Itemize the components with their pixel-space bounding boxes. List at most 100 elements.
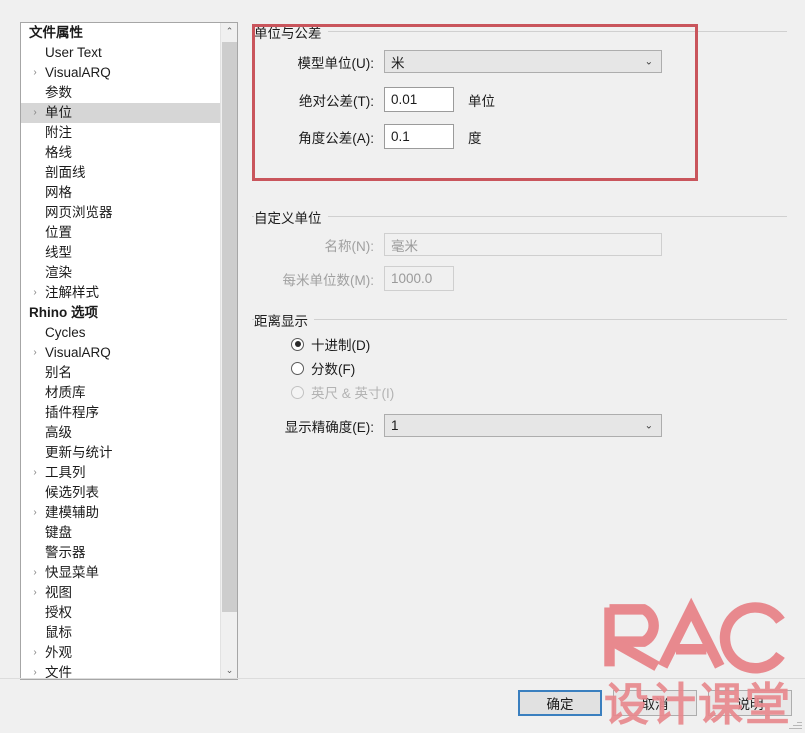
- resize-grip[interactable]: [788, 716, 802, 730]
- sidebar-item[interactable]: 授权: [21, 603, 220, 623]
- sidebar-item[interactable]: › VisualARQ: [21, 63, 220, 83]
- sidebar-item-label: 警示器: [45, 545, 86, 560]
- chevron-right-icon[interactable]: ›: [27, 583, 43, 603]
- sidebar-item[interactable]: 线型: [21, 243, 220, 263]
- scroll-down-arrow-icon[interactable]: ⌄: [221, 662, 237, 679]
- sidebar-item-label: 别名: [45, 365, 72, 380]
- sidebar-item[interactable]: 键盘: [21, 523, 220, 543]
- sidebar-item-label: 网页浏览器: [45, 205, 113, 220]
- angle-tolerance-suffix: 度: [468, 130, 482, 146]
- chevron-right-icon[interactable]: ›: [27, 283, 43, 303]
- sidebar-item[interactable]: › 快显菜单: [21, 563, 220, 583]
- sidebar-item[interactable]: › 注解样式: [21, 283, 220, 303]
- sidebar-item[interactable]: › 工具列: [21, 463, 220, 483]
- sidebar-item[interactable]: 渲染: [21, 263, 220, 283]
- sidebar-item-label: User Text: [45, 45, 102, 60]
- radio-button-fractional-icon[interactable]: [291, 361, 304, 375]
- chevron-right-icon[interactable]: ›: [27, 643, 43, 663]
- sidebar-item[interactable]: 剖面线: [21, 163, 220, 183]
- sidebar-item[interactable]: › VisualARQ: [21, 343, 220, 363]
- sidebar-item-label: 网格: [45, 185, 72, 200]
- chevron-right-icon[interactable]: ›: [27, 103, 43, 123]
- absolute-tolerance-suffix: 单位: [468, 93, 495, 109]
- options-tree-list[interactable]: 文件属性 User Text › VisualARQ 参数 › 单位 附注 格线 剖面线 网格 网页浏…: [21, 23, 220, 679]
- radio-decimal[interactable]: 十进制(D): [291, 334, 370, 354]
- sidebar-item-label: 候选列表: [45, 485, 99, 500]
- model-units-label: 模型单位(U):: [297, 55, 375, 71]
- distance-display-group-title: 距离显示: [254, 310, 314, 330]
- sidebar-item[interactable]: 高级: [21, 423, 220, 443]
- sidebar-item-label: 参数: [45, 85, 72, 100]
- tree-vertical-scrollbar[interactable]: ⌃ ⌄: [220, 23, 237, 679]
- sidebar-item[interactable]: 鼠标: [21, 623, 220, 643]
- cancel-button[interactable]: 取消: [613, 690, 697, 716]
- sidebar-item[interactable]: 别名: [21, 363, 220, 383]
- sidebar-item[interactable]: › 文件: [21, 663, 220, 679]
- angle-tolerance-input[interactable]: 0.1: [384, 124, 454, 149]
- sidebar-item[interactable]: 位置: [21, 223, 220, 243]
- custom-unit-name-value: 毫米: [391, 238, 418, 254]
- group-divider-line: [252, 319, 787, 320]
- chevron-down-icon: ⌄: [644, 420, 653, 431]
- display-precision-row: 显示精确度(E): 1 ⌄: [252, 414, 662, 437]
- model-units-row: 模型单位(U): 米 ⌄: [252, 50, 662, 73]
- chevron-right-icon[interactable]: ›: [27, 343, 43, 363]
- custom-unit-name-input: 毫米: [384, 233, 662, 256]
- sidebar-item[interactable]: › 外观: [21, 643, 220, 663]
- sidebar-item-label: 渲染: [45, 265, 72, 280]
- sidebar-item-label: 材质库: [45, 385, 86, 400]
- chevron-right-icon[interactable]: ›: [27, 563, 43, 583]
- chevron-right-icon[interactable]: ›: [27, 63, 43, 83]
- absolute-tolerance-label: 绝对公差(T):: [299, 93, 374, 109]
- angle-tolerance-value: 0.1: [391, 129, 410, 144]
- sidebar-item[interactable]: 警示器: [21, 543, 220, 563]
- sidebar-item-label: 键盘: [45, 525, 72, 540]
- display-precision-dropdown[interactable]: 1 ⌄: [384, 414, 662, 437]
- sidebar-item[interactable]: 材质库: [21, 383, 220, 403]
- model-units-dropdown[interactable]: 米 ⌄: [384, 50, 662, 73]
- options-content-panel: 单位与公差 模型单位(U): 米 ⌄ 绝对公差(T): 0.01 单位 角度公差…: [252, 22, 787, 670]
- absolute-tolerance-input[interactable]: 0.01: [384, 87, 454, 112]
- scroll-up-arrow-icon[interactable]: ⌃: [221, 23, 237, 40]
- radio-feet-inches-label: 英尺 & 英寸(I): [311, 386, 395, 401]
- radio-fractional-label: 分数(F): [311, 362, 356, 377]
- radio-fractional[interactable]: 分数(F): [291, 358, 355, 378]
- sidebar-item[interactable]: › 单位: [21, 103, 220, 123]
- radio-button-decimal-icon[interactable]: [291, 337, 304, 351]
- sidebar-item-label: 工具列: [45, 465, 86, 480]
- chevron-right-icon[interactable]: ›: [27, 663, 43, 679]
- sidebar-item[interactable]: › 视图: [21, 583, 220, 603]
- sidebar-item[interactable]: › 建模辅助: [21, 503, 220, 523]
- sidebar-item[interactable]: 格线: [21, 143, 220, 163]
- help-button[interactable]: 说明: [708, 690, 792, 716]
- scrollbar-thumb[interactable]: [222, 42, 237, 612]
- sidebar-item[interactable]: 参数: [21, 83, 220, 103]
- tree-section-header-label: 文件属性: [29, 25, 83, 40]
- group-divider-line: [252, 31, 787, 32]
- tree-section-header: Rhino 选项: [21, 303, 220, 323]
- tree-section-header: 文件属性: [21, 23, 220, 43]
- sidebar-item[interactable]: 候选列表: [21, 483, 220, 503]
- sidebar-item[interactable]: 网格: [21, 183, 220, 203]
- options-tree-panel: 文件属性 User Text › VisualARQ 参数 › 单位 附注 格线 剖面线 网格 网页浏…: [20, 22, 238, 680]
- chevron-right-icon[interactable]: ›: [27, 463, 43, 483]
- sidebar-item[interactable]: 更新与统计: [21, 443, 220, 463]
- sidebar-item[interactable]: User Text: [21, 43, 220, 63]
- sidebar-item-label: 单位: [45, 105, 72, 120]
- sidebar-item-label: 建模辅助: [45, 505, 99, 520]
- sidebar-item[interactable]: 附注: [21, 123, 220, 143]
- sidebar-item-label: 文件: [45, 665, 72, 679]
- absolute-tolerance-row: 绝对公差(T): 0.01 单位: [252, 87, 495, 112]
- sidebar-item[interactable]: 插件程序: [21, 403, 220, 423]
- sidebar-item-label: 线型: [45, 245, 72, 260]
- sidebar-item[interactable]: 网页浏览器: [21, 203, 220, 223]
- radio-button-feet-inches-icon: [291, 385, 304, 399]
- sidebar-item[interactable]: Cycles: [21, 323, 220, 343]
- radio-decimal-label: 十进制(D): [311, 338, 371, 353]
- ok-button[interactable]: 确定: [518, 690, 602, 716]
- units-per-meter-label: 每米单位数(M):: [282, 272, 375, 288]
- chevron-right-icon[interactable]: ›: [27, 503, 43, 523]
- sidebar-item-label: 插件程序: [45, 405, 99, 420]
- custom-units-group-title: 自定义单位: [254, 207, 328, 227]
- radio-feet-inches: 英尺 & 英寸(I): [291, 382, 394, 402]
